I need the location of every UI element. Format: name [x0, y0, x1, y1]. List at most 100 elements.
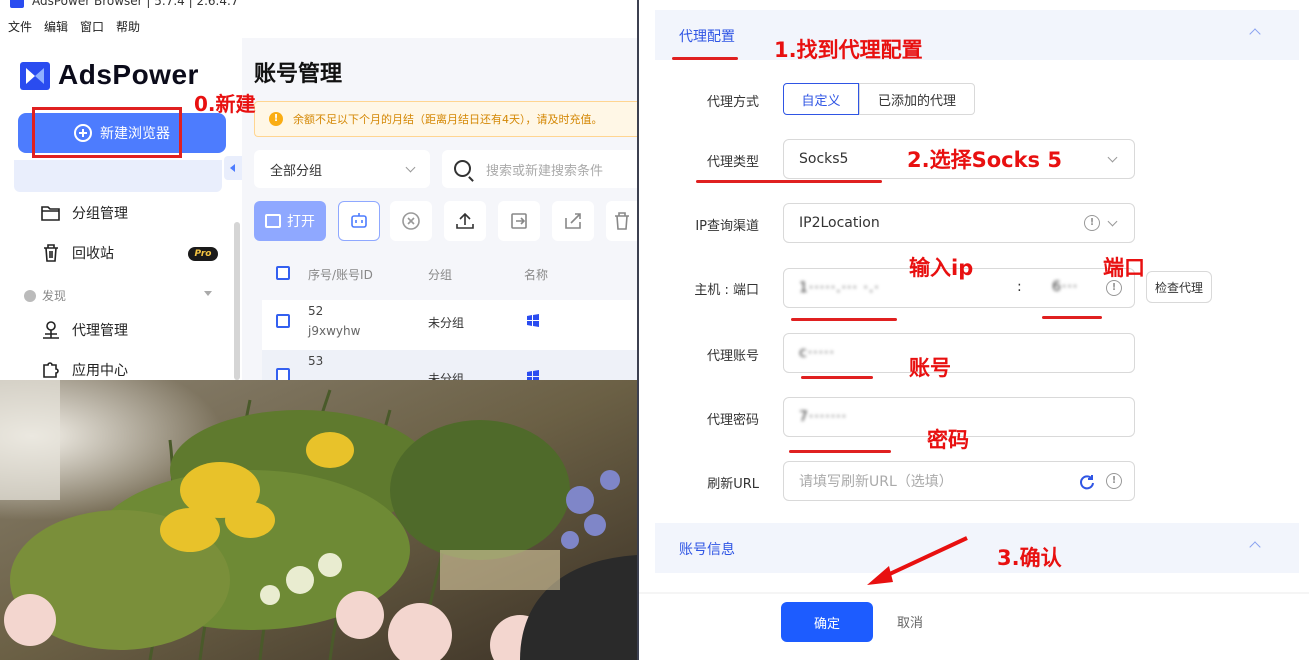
app-logo-icon — [10, 0, 24, 8]
menu-edit[interactable]: 编辑 — [44, 18, 68, 35]
row-checkbox[interactable] — [276, 368, 290, 380]
open-button[interactable]: 打开 — [254, 201, 326, 241]
col-header-name[interactable]: 名称 — [524, 266, 548, 283]
import-button[interactable] — [498, 201, 540, 241]
info-icon[interactable]: ! — [1106, 473, 1122, 489]
refresh-url-placeholder: 请填写刷新URL（选填） — [799, 474, 953, 490]
confirm-button[interactable]: 确定 — [781, 602, 873, 642]
section-proxy-config[interactable]: 代理配置 — [655, 10, 1299, 60]
refresh-url-input[interactable]: 请填写刷新URL（选填） ! — [783, 461, 1135, 501]
search-placeholder: 搜索或新建搜索条件 — [486, 163, 604, 179]
adspower-logo-icon — [20, 62, 50, 90]
sidebar-item-label: 回收站 — [72, 246, 114, 262]
ip-channel-select[interactable]: IP2Location ! — [783, 203, 1135, 243]
annotation-port: 端口 — [1103, 256, 1145, 280]
upload-button[interactable] — [444, 201, 486, 241]
menu-file[interactable]: 文件 — [8, 18, 32, 35]
group-select[interactable]: 全部分组 — [254, 150, 430, 188]
share-button[interactable] — [552, 201, 594, 241]
notice-text: 余额不足以下个月的月结（距离月结日还有4天），请及时充值。 — [293, 113, 603, 126]
dialog-footer — [639, 592, 1309, 660]
bot-button[interactable] — [338, 201, 380, 241]
port-separator: : — [1017, 279, 1022, 295]
title-bar: AdsPower Browser | 5.7.4 | 2.6.4.7 — [0, 0, 637, 12]
proxy-method-custom[interactable]: 自定义 — [783, 83, 859, 115]
table-row[interactable]: 53 未分组 — [262, 350, 637, 380]
warning-icon: ! — [269, 112, 283, 126]
port-value[interactable]: 6··· — [1052, 279, 1078, 295]
info-icon[interactable]: ! — [1084, 215, 1100, 231]
cancel-button[interactable]: 取消 — [897, 612, 923, 631]
sidebar-item-label: 应用中心 — [72, 363, 128, 379]
puzzle-icon — [43, 362, 59, 378]
refresh-icon[interactable] — [1078, 473, 1096, 491]
proxy-type-value: Socks5 — [799, 151, 849, 167]
chevron-down-icon — [405, 162, 416, 173]
windows-icon — [527, 314, 539, 327]
sidebar-item-trash[interactable]: 回收站 — [40, 241, 114, 265]
ip-channel-value: IP2Location — [799, 215, 880, 231]
discover-header[interactable]: 发现 — [24, 287, 66, 304]
sidebar-item-groups[interactable]: 分组管理 — [40, 201, 128, 225]
upload-icon — [456, 212, 474, 229]
annotation-underline — [791, 318, 897, 321]
annotation-underline — [1042, 316, 1102, 319]
proxy-type-label: 代理类型 — [706, 155, 759, 170]
ip-channel-label: IP查询渠道 — [695, 219, 759, 234]
row-account-id: j9xwyhw — [308, 324, 361, 338]
chevron-up-icon[interactable] — [1249, 28, 1261, 40]
row-index: 52 — [308, 304, 324, 318]
annotation-step3: 3.确认 — [997, 546, 1062, 570]
proxy-method-saved[interactable]: 已添加的代理 — [859, 83, 975, 115]
highlight-box — [32, 107, 182, 158]
sidebar-item-apps[interactable]: 应用中心 — [40, 358, 128, 380]
brand-name: AdsPower — [58, 59, 199, 90]
annotation-step2: 2.选择Socks 5 — [907, 148, 1062, 172]
col-header-group: 分组 — [428, 268, 453, 282]
chevron-down-icon[interactable] — [204, 291, 212, 296]
refresh-url-label: 刷新URL — [707, 477, 759, 492]
check-proxy-button[interactable]: 检查代理 — [1146, 271, 1212, 303]
section-proxy-title: 代理配置 — [679, 29, 735, 45]
collapse-sidebar-button[interactable] — [224, 156, 242, 180]
annotation-underline — [672, 57, 738, 60]
import-icon — [511, 213, 527, 229]
annotation-underline — [801, 376, 873, 379]
row-checkbox[interactable] — [276, 314, 290, 328]
menu-help[interactable]: 帮助 — [116, 18, 140, 35]
proxy-password-value: 7······· — [799, 409, 848, 425]
chevron-up-icon[interactable] — [1249, 541, 1261, 553]
proxy-settings-dialog: 代理配置 代理方式 自定义 已添加的代理 代理类型 Socks5 IP查询渠道 … — [637, 0, 1309, 660]
close-circle-icon — [402, 212, 420, 230]
pro-badge: Pro — [188, 247, 218, 261]
discover-label: 发现 — [42, 289, 67, 303]
trash-icon — [614, 212, 629, 230]
open-label: 打开 — [287, 214, 315, 230]
annotation-password: 密码 — [927, 428, 969, 452]
annotation-underline — [789, 450, 891, 453]
flower-photo — [0, 380, 637, 660]
proxy-account-input[interactable]: c····· — [783, 333, 1135, 373]
stop-button[interactable] — [390, 201, 432, 241]
proxy-method-label: 代理方式 — [706, 95, 759, 110]
info-icon[interactable]: ! — [1106, 280, 1122, 296]
footer-divider — [639, 592, 1309, 594]
annotation-input-ip: 输入ip — [909, 256, 974, 280]
search-input[interactable]: 搜索或新建搜索条件 — [442, 150, 637, 188]
table-header: 序号/账号ID 分组 名称 — [254, 254, 637, 292]
col-header-id[interactable]: 序号/账号ID — [308, 266, 373, 283]
sidebar-item-proxy[interactable]: 代理管理 — [40, 318, 128, 342]
trash-icon — [44, 244, 58, 262]
annotation-underline — [696, 180, 882, 183]
share-icon — [565, 213, 581, 229]
select-all-checkbox[interactable] — [276, 266, 290, 280]
menu-window[interactable]: 窗口 — [80, 18, 104, 35]
annotation-account: 账号 — [909, 356, 951, 380]
sidebar-item-accounts[interactable] — [14, 160, 222, 192]
delete-button[interactable] — [606, 201, 637, 241]
balance-notice: ! 余额不足以下个月的月结（距离月结日还有4天），请及时充值。 — [254, 101, 637, 137]
play-window-icon — [265, 214, 281, 228]
proxy-account-value: c····· — [799, 345, 835, 361]
proxy-account-label: 代理账号 — [706, 349, 759, 364]
sidebar-scrollbar[interactable] — [234, 222, 240, 380]
